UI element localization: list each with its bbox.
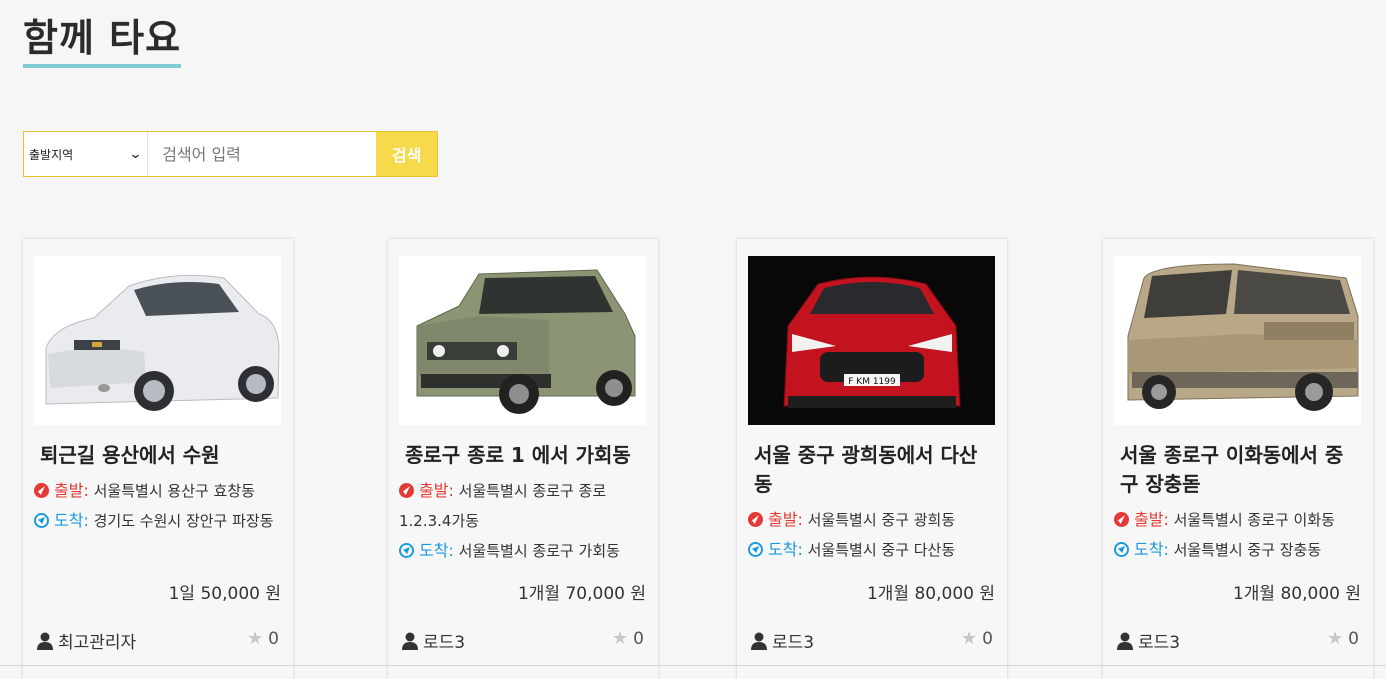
price: 1개월 80,000 원 (1232, 584, 1361, 604)
likes[interactable]: ★ 0 (1327, 628, 1359, 649)
compass-icon (34, 483, 49, 498)
card-title[interactable]: 서울 중구 광희동에서 다산동 (754, 441, 992, 499)
compass-icon (748, 542, 763, 557)
route-info: 출발: 서울특별시 종로구 종로 1.2.3.4가동 도착: 서울특별시 종로구… (399, 476, 650, 566)
departure-row: 출발: 서울특별시 용산구 효창동 (34, 476, 285, 506)
search-input[interactable] (148, 132, 377, 176)
departure-label: 출발: (768, 510, 803, 529)
ride-card[interactable]: 서울 종로구 이화동에서 중구 장충돋 출발: 서울특별시 종로구 이화동 도착… (1103, 239, 1373, 679)
star-icon: ★ (961, 628, 978, 649)
likes[interactable]: ★ 0 (247, 628, 279, 649)
silver-sedan-image (34, 256, 281, 425)
departure-value: 서울특별시 종로구 이화동 (1173, 511, 1335, 529)
beige-minivan-image (1114, 256, 1361, 425)
page-title: 함께 타요 (23, 14, 182, 68)
car-image[interactable] (1114, 256, 1361, 425)
card-title[interactable]: 서울 종로구 이화동에서 중구 장충돋 (1120, 441, 1358, 499)
compass-icon (34, 513, 49, 528)
green-suv-image (399, 256, 646, 425)
owner: 로드3 (1117, 628, 1180, 653)
departure-value: 서울특별시 용산구 효창동 (93, 482, 255, 500)
owner-name: 로드3 (423, 633, 466, 653)
compass-icon (1114, 542, 1129, 557)
departure-label: 출발: (419, 481, 454, 500)
star-icon: ★ (1327, 628, 1344, 649)
arrival-label: 도착: (768, 540, 803, 559)
likes[interactable]: ★ 0 (612, 628, 644, 649)
compass-icon (748, 512, 763, 527)
arrival-value: 서울특별시 중구 장충동 (1173, 541, 1322, 559)
divider (0, 665, 1386, 666)
like-count: 0 (982, 628, 993, 649)
compass-icon (1114, 512, 1129, 527)
departure-label: 출발: (54, 481, 89, 500)
region-select-label: 출발지역 (29, 147, 74, 162)
departure-row: 출발: 서울특별시 종로구 이화동 (1114, 505, 1365, 535)
arrival-row: 도착: 서울특별시 종로구 가회동 (399, 536, 650, 566)
route-info: 출발: 서울특별시 종로구 이화동 도착: 서울특별시 중구 장충동 (1114, 505, 1365, 565)
chevron-down-icon: ⌄ (128, 146, 143, 162)
user-icon (37, 632, 53, 650)
owner-name: 로드3 (772, 633, 815, 653)
arrival-value: 서울특별시 종로구 가회동 (458, 542, 620, 560)
arrival-row: 도착: 서울특별시 중구 다산동 (748, 535, 999, 565)
price: 1개월 70,000 원 (517, 584, 646, 604)
star-icon: ★ (612, 628, 629, 649)
departure-value: 서울특별시 중구 광희동 (807, 511, 956, 529)
likes[interactable]: ★ 0 (961, 628, 993, 649)
arrival-label: 도착: (54, 511, 89, 530)
ride-card[interactable]: F KM 1199 서울 중구 광희동에서 다산동 출발: 서울특별시 중구 광… (737, 239, 1007, 679)
departure-row: 출발: 서울특별시 중구 광희동 (748, 505, 999, 535)
owner: 로드3 (751, 628, 814, 653)
search-button[interactable]: 검색 (376, 132, 437, 176)
car-image[interactable] (399, 256, 646, 425)
arrival-value: 서울특별시 중구 다산동 (807, 541, 956, 559)
like-count: 0 (1348, 628, 1359, 649)
owner-name: 로드3 (1138, 633, 1181, 653)
car-image[interactable]: F KM 1199 (748, 256, 995, 425)
star-icon: ★ (247, 628, 264, 649)
arrival-row: 도착: 경기도 수원시 장안구 파장동 (34, 506, 285, 536)
route-info: 출발: 서울특별시 중구 광희동 도착: 서울특별시 중구 다산동 (748, 505, 999, 565)
red-sports-car-image: F KM 1199 (748, 256, 995, 425)
like-count: 0 (633, 628, 644, 649)
compass-icon (399, 483, 414, 498)
departure-row: 출발: 서울특별시 종로구 종로 1.2.3.4가동 (399, 476, 650, 536)
car-image[interactable] (34, 256, 281, 425)
owner: 로드3 (402, 628, 465, 653)
arrival-row: 도착: 서울특별시 중구 장충동 (1114, 535, 1365, 565)
card-title[interactable]: 퇴근길 용산에서 수원 (40, 441, 278, 470)
arrival-label: 도착: (419, 541, 454, 560)
arrival-value: 경기도 수원시 장안구 파장동 (93, 512, 274, 530)
route-info: 출발: 서울특별시 용산구 효창동 도착: 경기도 수원시 장안구 파장동 (34, 476, 285, 536)
price: 1일 50,000 원 (168, 584, 281, 604)
compass-icon (399, 543, 414, 558)
owner-name: 최고관리자 (58, 633, 137, 653)
region-select[interactable]: 출발지역 ⌄ (24, 132, 149, 176)
price: 1개월 80,000 원 (866, 584, 995, 604)
owner: 최고관리자 (37, 628, 136, 653)
arrival-label: 도착: (1134, 540, 1169, 559)
departure-label: 출발: (1134, 510, 1169, 529)
ride-card[interactable]: 종로구 종로 1 에서 가회동 출발: 서울특별시 종로구 종로 1.2.3.4… (388, 239, 658, 679)
user-icon (1117, 632, 1133, 650)
user-icon (402, 632, 418, 650)
ride-card[interactable]: 퇴근길 용산에서 수원 출발: 서울특별시 용산구 효창동 도착: 경기도 수원… (23, 239, 293, 679)
license-plate: F KM 1199 (848, 377, 896, 387)
card-title[interactable]: 종로구 종로 1 에서 가회동 (405, 441, 643, 470)
like-count: 0 (268, 628, 279, 649)
search-bar: 출발지역 ⌄ 검색 (23, 131, 438, 177)
user-icon (751, 632, 767, 650)
